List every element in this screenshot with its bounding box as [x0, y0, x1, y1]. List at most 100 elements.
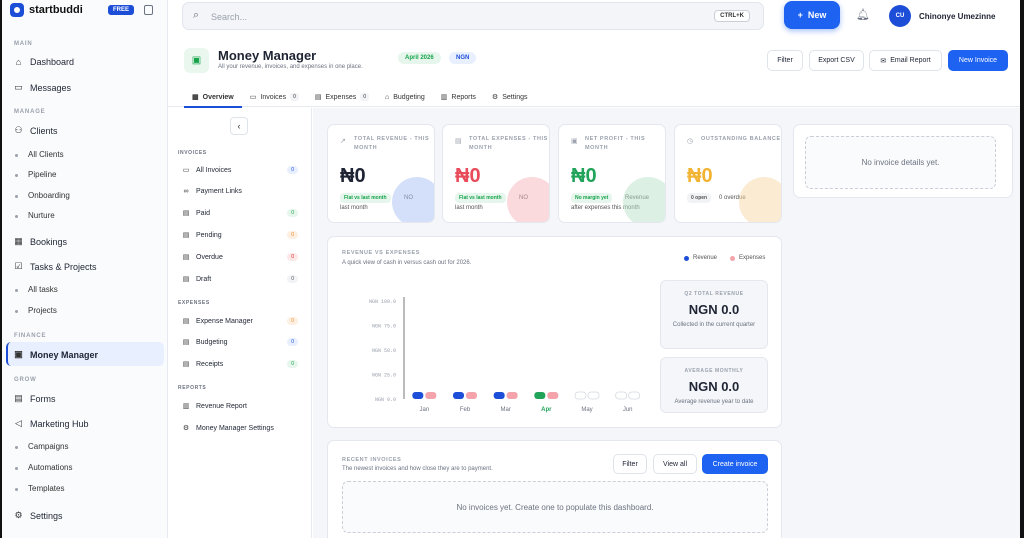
y-tick-label: NGN 25.0 [372, 373, 396, 379]
revenue-bar-jan [412, 392, 424, 399]
checkbox-icon: ☑ [14, 261, 23, 271]
x-tick-label: Feb [460, 407, 471, 413]
plus-icon: + [797, 10, 803, 20]
sidebar-item-nurture[interactable]: Nurture [15, 211, 55, 220]
sidebar-item-forms[interactable]: ▤ Forms [14, 393, 55, 404]
sidebar-item-messages[interactable]: ▭ Messages [14, 82, 71, 93]
mail-icon: ✉ [880, 57, 887, 65]
sidebar-item-pipeline[interactable]: Pipeline [14, 170, 56, 179]
gear-icon: ⚙ [491, 94, 499, 101]
subnav-receipts[interactable]: ▤ Receipts 0 [182, 360, 298, 368]
subnav-all-invoices[interactable]: ▭ All Invoices 0 [182, 166, 298, 174]
revenue-bar-may [574, 391, 587, 400]
invoice-icon: ▭ [249, 94, 257, 101]
subnav-paid[interactable]: ▤ Paid 0 [182, 209, 298, 217]
view-all-button[interactable]: View all [653, 454, 697, 474]
subnav-draft[interactable]: ▤ Draft 0 [182, 275, 298, 283]
y-tick-label: NGN 75.0 [372, 324, 396, 330]
avatar[interactable]: CU [889, 5, 911, 27]
sidebar-item-bookings[interactable]: ▦ Bookings [14, 236, 67, 247]
section-manage: MANAGE [14, 109, 46, 115]
sidebar-item-onboarding[interactable]: Onboarding [15, 191, 70, 200]
bar-chart: NGN 100.0 NGN 75.0 NGN 50.0 NGN 25.0 NGN 0.0… [369, 297, 641, 413]
legend-swatch [730, 255, 735, 261]
legend-revenue: Revenue [684, 255, 717, 261]
document-icon: ▤ [182, 276, 190, 283]
filter-button[interactable]: Filter [613, 454, 647, 474]
revenue-bar-jun [615, 391, 628, 400]
subnav-payment-links[interactable]: ∞ Payment Links [182, 188, 298, 195]
subnav-expense-manager[interactable]: ▤ Expense Manager 0 [182, 317, 298, 325]
decorative-circle [623, 177, 665, 222]
tab-budgeting[interactable]: ⌂ Budgeting [377, 87, 433, 107]
revenue-bar-mar [493, 392, 505, 399]
money-manager-nav: ‹ INVOICES ▭ All Invoices 0 ∞ Payment Links… [168, 108, 312, 538]
search-bar[interactable]: ⌕ Search... CTRL+K [182, 2, 764, 30]
sidebar-item-campaigns[interactable]: Campaigns [14, 442, 68, 451]
kpi-net-profit[interactable]: ▣ NET PROFIT - THIS MONTH ₦0 No margin y… [558, 124, 666, 223]
average-monthly-stat: AVERAGE MONTHLY NGN 0.0 Average revenue … [660, 357, 768, 413]
tab-expenses[interactable]: ▤ Expenses 0 [307, 87, 377, 107]
document-icon: ▤ [182, 232, 190, 239]
logo-icon [10, 3, 24, 17]
tab-invoices[interactable]: ▭ Invoices 0 [242, 87, 307, 107]
bell-icon[interactable]: 🔔︎ [856, 8, 870, 21]
x-tick-label: Jan [419, 407, 429, 413]
brand[interactable]: startbuddi [10, 3, 83, 17]
section-grow: GROW [14, 377, 37, 383]
search-input[interactable]: Search... [211, 12, 247, 22]
sidebar-item-settings[interactable]: ⚙ Settings [14, 510, 62, 521]
sidebar-item-marketing-hub[interactable]: ◁ Marketing Hub [14, 418, 89, 429]
kpi-total-revenue[interactable]: ↗ TOTAL REVENUE - THIS MONTH ₦0 Flat vs … [327, 124, 435, 223]
y-tick-label: NGN 100.0 [369, 299, 396, 305]
subnav-money-manager-settings[interactable]: ⚙ Money Manager Settings [182, 424, 298, 433]
kpi-outstanding-balance[interactable]: ◷ OUTSTANDING BALANCE ₦0 0 open 0 overdu… [674, 124, 782, 223]
wallet-icon: ▣ [14, 349, 23, 359]
tab-overview[interactable]: ▦ Overview [184, 87, 242, 108]
email-report-button[interactable]: ✉ Email Report [869, 50, 942, 71]
grid-icon: ▦ [192, 94, 199, 101]
topbar: ⌕ Search... CTRL+K + New 🔔︎ CU Chinonye U… [168, 0, 1020, 33]
sidebar-toggle-icon[interactable] [144, 5, 153, 15]
document-icon: ▤ [14, 393, 23, 403]
sidebar-item-all-clients[interactable]: All Clients [15, 150, 64, 159]
home-icon: ⌂ [15, 57, 22, 67]
search-icon: ⌕ [193, 9, 200, 21]
new-button[interactable]: + New [784, 1, 840, 29]
currency-badge[interactable]: NGN [449, 52, 477, 64]
sidebar-item-tasks-projects[interactable]: ☑ Tasks & Projects [14, 261, 96, 272]
page-subtitle: All your revenue, invoices, and expenses… [218, 64, 363, 70]
create-invoice-button[interactable]: Create invoice [702, 454, 768, 474]
decorative-circle [392, 177, 434, 222]
export-csv-button[interactable]: Export CSV [809, 50, 864, 71]
kpi-value: ₦0 [455, 165, 481, 187]
document-icon: ▤ [182, 210, 190, 217]
revenue-vs-expenses-card: REVENUE VS EXPENSES A quick view of cash… [327, 236, 782, 428]
month-badge[interactable]: April 2026 [398, 52, 441, 64]
sidebar-item-automations[interactable]: Automations [14, 463, 72, 472]
sidebar-item-all-tasks[interactable]: All tasks [15, 285, 58, 294]
document-icon: ▤ [182, 318, 190, 325]
sidebar-item-dashboard[interactable]: ⌂ Dashboard [14, 57, 74, 67]
tab-reports[interactable]: ▥ Reports [433, 87, 484, 107]
subnav-overdue[interactable]: ▤ Overdue 0 [182, 253, 298, 261]
kpi-value: ₦0 [571, 165, 597, 187]
tab-settings[interactable]: ⚙ Settings [484, 87, 536, 107]
section-main: MAIN [14, 41, 33, 47]
megaphone-icon: ◁ [15, 418, 22, 428]
sidebar-item-clients[interactable]: ⚇ Clients [14, 125, 57, 136]
sidebar-item-money-manager[interactable]: ▣ Money Manager [14, 349, 98, 360]
sidebar-item-templates[interactable]: Templates [14, 484, 64, 493]
subnav-revenue-report[interactable]: ▥ Revenue Report [182, 402, 298, 411]
sidebar-item-projects[interactable]: Projects [15, 306, 57, 315]
kpi-total-expenses[interactable]: ▤ TOTAL EXPENSES - THIS MONTH ₦0 Flat vs… [442, 124, 550, 223]
app-window: startbuddi FREE MAIN ⌂ Dashboard ▭ Message… [2, 0, 1020, 538]
chevron-left-icon[interactable]: ‹ [230, 117, 248, 135]
subnav-pending[interactable]: ▤ Pending 0 [182, 231, 298, 239]
subnav-budgeting[interactable]: ▤ Budgeting 0 [182, 338, 298, 346]
document-icon: ▤ [182, 339, 190, 346]
new-invoice-button[interactable]: New Invoice [948, 50, 1008, 71]
x-tick-label: Jun [623, 407, 633, 413]
filter-button[interactable]: Filter [767, 50, 803, 71]
user-name[interactable]: Chinonye Umezinne [919, 12, 995, 21]
